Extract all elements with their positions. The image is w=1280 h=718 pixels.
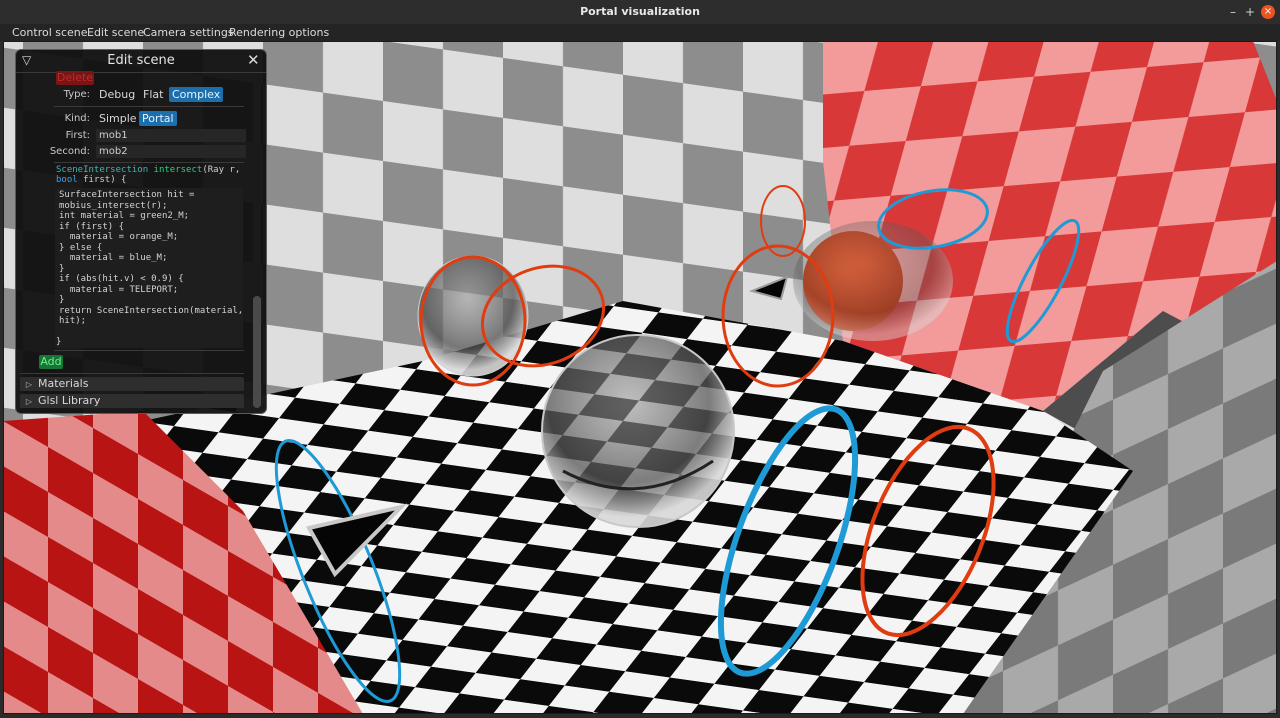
panel-title: Edit scene: [107, 53, 175, 68]
menu-rendering-options[interactable]: Rendering options: [229, 24, 329, 41]
code-sig-type: SceneIntersection: [56, 165, 149, 175]
code-signature: SceneIntersection intersect(Ray r, bool …: [56, 165, 246, 185]
window-title: Portal visualization: [580, 5, 700, 18]
expand-triangle-icon: ▷: [25, 397, 33, 406]
maximize-icon[interactable]: +: [1243, 5, 1257, 19]
expand-triangle-icon: ▷: [25, 380, 33, 389]
section-label: Materials: [38, 377, 89, 390]
menu-camera-settings[interactable]: Camera settings: [143, 24, 234, 41]
section-label: Glsl Library: [38, 394, 101, 407]
type-option-debug[interactable]: Debug: [96, 87, 138, 102]
menu-control-scene[interactable]: Control scene: [12, 24, 88, 41]
second-label: Second:: [49, 146, 90, 157]
kind-option-portal[interactable]: Portal: [139, 111, 177, 126]
type-label: Type:: [63, 89, 90, 100]
separator: [54, 350, 244, 351]
kind-label: Kind:: [64, 113, 90, 124]
code-sig-args-2: first) {: [77, 175, 127, 185]
minimize-icon[interactable]: –: [1226, 5, 1240, 19]
kind-option-simple[interactable]: Simple: [96, 111, 140, 126]
code-sig-args: (Ray r,: [202, 165, 241, 175]
menu-bar: Control scene Edit scene Camera settings…: [0, 24, 1280, 41]
panel-header[interactable]: ▽ Edit scene ✕: [16, 50, 266, 73]
glass-sphere-left: [417, 255, 529, 377]
separator: [54, 162, 244, 163]
first-label: First:: [65, 130, 90, 141]
close-icon[interactable]: ✕: [247, 51, 260, 69]
separator: [20, 373, 244, 374]
code-sig-fn: intersect: [153, 165, 203, 175]
title-bar: Portal visualization – + ×: [0, 0, 1280, 24]
code-sig-kw: bool: [56, 175, 78, 185]
type-option-flat[interactable]: Flat: [140, 87, 166, 102]
second-field[interactable]: mob2: [96, 145, 246, 158]
first-field[interactable]: mob1: [96, 129, 246, 142]
menu-edit-scene[interactable]: Edit scene: [87, 24, 144, 41]
scrollbar-thumb[interactable]: [253, 296, 261, 408]
code-editor[interactable]: SurfaceIntersection hit = mobius_interse…: [55, 188, 243, 348]
type-option-complex[interactable]: Complex: [169, 87, 224, 102]
glass-sphere-right: [793, 221, 953, 341]
separator: [54, 106, 244, 107]
edit-scene-panel: ▽ Edit scene ✕ Delete Type: Debug Flat C…: [15, 49, 267, 414]
close-window-icon[interactable]: ×: [1261, 5, 1275, 19]
code-closing-brace: }: [56, 337, 62, 347]
glass-sphere-center: [541, 334, 735, 528]
section-glsl-library[interactable]: ▷ Glsl Library: [20, 394, 244, 408]
add-button[interactable]: Add: [39, 355, 63, 369]
section-materials[interactable]: ▷ Materials: [20, 377, 244, 391]
delete-button[interactable]: Delete: [56, 71, 94, 85]
